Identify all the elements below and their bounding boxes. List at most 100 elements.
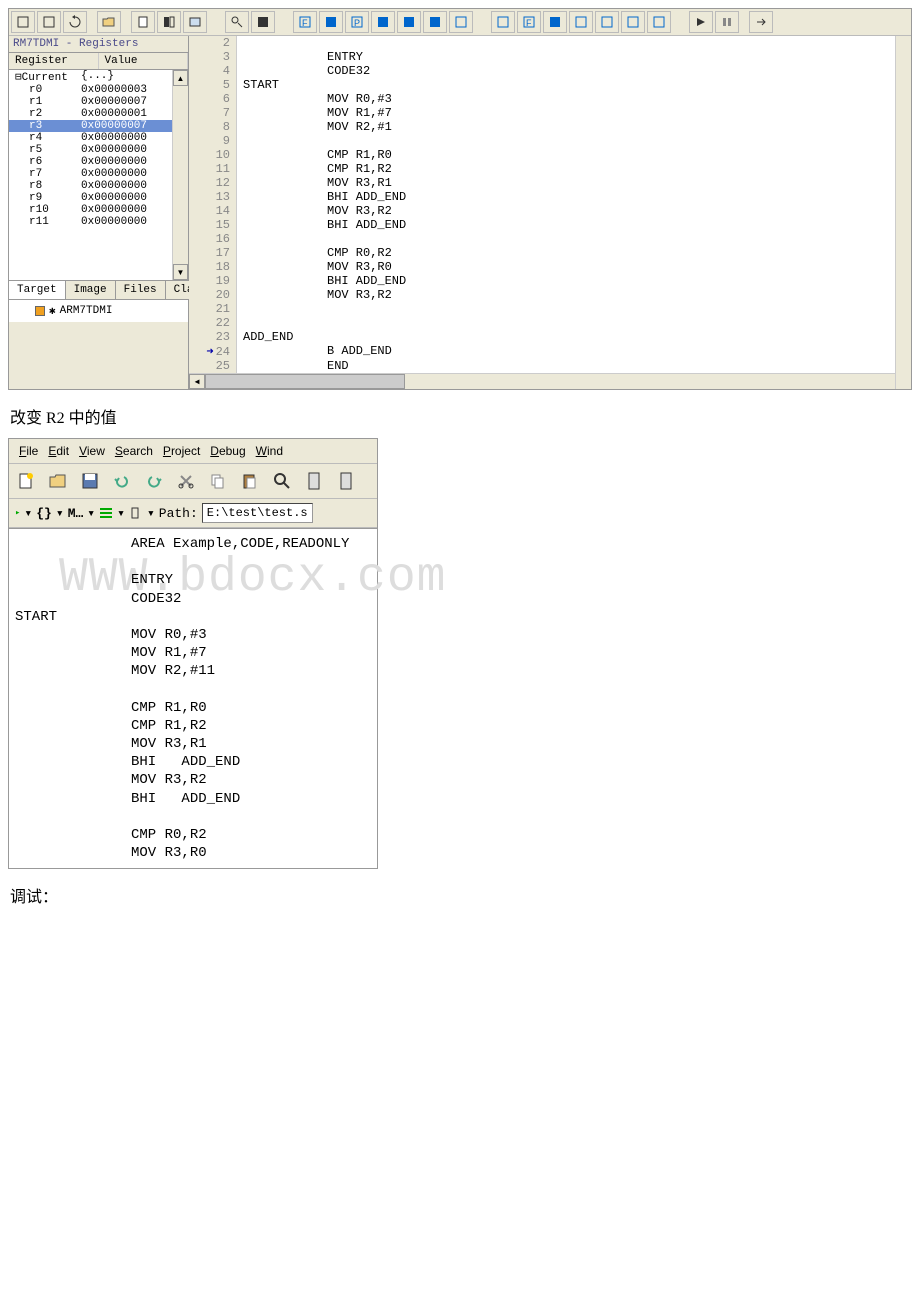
register-row[interactable]: r50x00000000 [9,144,172,156]
toolbar-button[interactable] [251,11,275,33]
register-value: 0x00000000 [81,204,170,216]
line-label [15,717,89,735]
path-input[interactable]: E:\test\test.s [202,503,313,523]
svg-text:P: P [354,18,360,28]
line-code: CMP R0,R2 [327,246,895,260]
toolbar-button[interactable] [37,11,61,33]
register-value: 0x00000007 [81,96,170,108]
toolbar-button[interactable] [183,11,207,33]
register-row[interactable]: r30x00000007 [9,120,172,132]
register-row[interactable]: r90x00000000 [9,192,172,204]
menu-search[interactable]: Search [111,442,157,460]
toolbar-button[interactable] [689,11,713,33]
toolbar-button[interactable] [749,11,773,33]
menu-edit[interactable]: Edit [44,442,73,460]
vertical-scrollbar[interactable] [895,36,911,389]
register-row[interactable]: r100x00000000 [9,204,172,216]
copy-button[interactable] [205,468,231,494]
toolbar-button[interactable] [131,11,155,33]
scroll-up-icon[interactable]: ▲ [173,70,188,86]
register-row[interactable]: r80x00000000 [9,180,172,192]
toolbar-button[interactable]: F [293,11,317,33]
exec-arrow-icon: ➜ [206,345,213,359]
toolbar-button[interactable] [319,11,343,33]
register-row[interactable]: r00x00000003 [9,84,172,96]
memory-icon[interactable]: M… [68,506,84,521]
horizontal-scrollbar[interactable]: ◀ [189,373,895,389]
toolbar-button[interactable] [647,11,671,33]
tab-target[interactable]: Target [9,281,66,299]
toolbar-button[interactable] [423,11,447,33]
scroll-left-icon[interactable]: ◀ [189,374,205,389]
register-name: r1 [11,96,81,108]
toolbar-button[interactable] [491,11,515,33]
code-line: 8 MOV R2,#1 [189,120,895,134]
main-toolbar [9,464,377,499]
code-line: 13 BHI ADD_END [189,190,895,204]
register-row[interactable]: r20x00000001 [9,108,172,120]
toolbar-button[interactable] [569,11,593,33]
code-line: CMP R1,R2 [15,717,371,735]
toolbar-button[interactable] [715,11,739,33]
dropdown-icon[interactable]: ▾ [24,506,32,521]
toolbar-button[interactable]: P [345,11,369,33]
line-code: AREA Example,CODE,READONLY [89,535,349,553]
register-row[interactable]: r110x00000000 [9,216,172,228]
tool-icon[interactable] [129,506,143,520]
dropdown-icon[interactable]: ▾ [56,506,64,521]
toolbar-button[interactable] [11,11,35,33]
redo-button[interactable] [141,468,167,494]
find-button[interactable] [269,468,295,494]
open-button[interactable] [97,11,121,33]
svg-text:F: F [302,18,308,28]
toolbar-button[interactable] [621,11,645,33]
register-name: r0 [11,84,81,96]
tab-files[interactable]: Files [116,281,166,299]
braces-icon[interactable]: {} [36,506,52,521]
code-line [15,553,371,571]
scroll-down-icon[interactable]: ▼ [173,264,188,280]
menu-view[interactable]: View [75,442,109,460]
menu-debug[interactable]: Debug [206,442,249,460]
toolbar-button[interactable] [157,11,181,33]
register-row[interactable]: ⊟Current{...} [9,70,172,84]
line-label [15,771,89,789]
toolbar-button[interactable] [225,11,249,33]
cut-button[interactable] [173,468,199,494]
line-label [15,808,89,826]
tree-item-arm7[interactable]: ✱ ARM7TDMI [19,304,178,318]
tab-image[interactable]: Image [66,281,116,299]
code-editor[interactable]: 23 ENTRY4 CODE325START6 MOV R0,#37 MOV R… [189,36,895,373]
register-row[interactable]: r70x00000000 [9,168,172,180]
register-row[interactable]: r60x00000000 [9,156,172,168]
new-button[interactable] [13,468,39,494]
dropdown-icon[interactable]: ▾ [117,506,125,521]
toolbar-button[interactable] [543,11,567,33]
menu-project[interactable]: Project [159,442,204,460]
toolbar-button[interactable] [595,11,619,33]
dropdown-icon[interactable]: ▾ [87,506,95,521]
registers-scrollbar[interactable]: ▲ ▼ [172,70,188,280]
code-editor[interactable]: WWW.bdocx.com AREA Example,CODE,READONLY… [9,528,377,868]
list-icon[interactable] [99,506,113,520]
toolbar-button[interactable] [333,468,359,494]
line-label [237,176,327,190]
toolbar-button[interactable] [397,11,421,33]
line-code: ENTRY [89,571,173,589]
toolbar-button[interactable]: F [517,11,541,33]
dropdown-icon[interactable]: ▾ [147,506,155,521]
undo-button[interactable] [109,468,135,494]
menu-wind[interactable]: Wind [252,442,287,460]
refresh-button[interactable] [63,11,87,33]
register-row[interactable]: r10x00000007 [9,96,172,108]
register-row[interactable]: r40x00000000 [9,132,172,144]
toolbar-button[interactable] [301,468,327,494]
toolbar-button[interactable] [371,11,395,33]
open-button[interactable] [45,468,71,494]
paste-button[interactable] [237,468,263,494]
save-button[interactable] [77,468,103,494]
line-number: 4 [189,64,237,78]
line-label [237,218,327,232]
menu-file[interactable]: File [15,442,42,460]
toolbar-button[interactable] [449,11,473,33]
